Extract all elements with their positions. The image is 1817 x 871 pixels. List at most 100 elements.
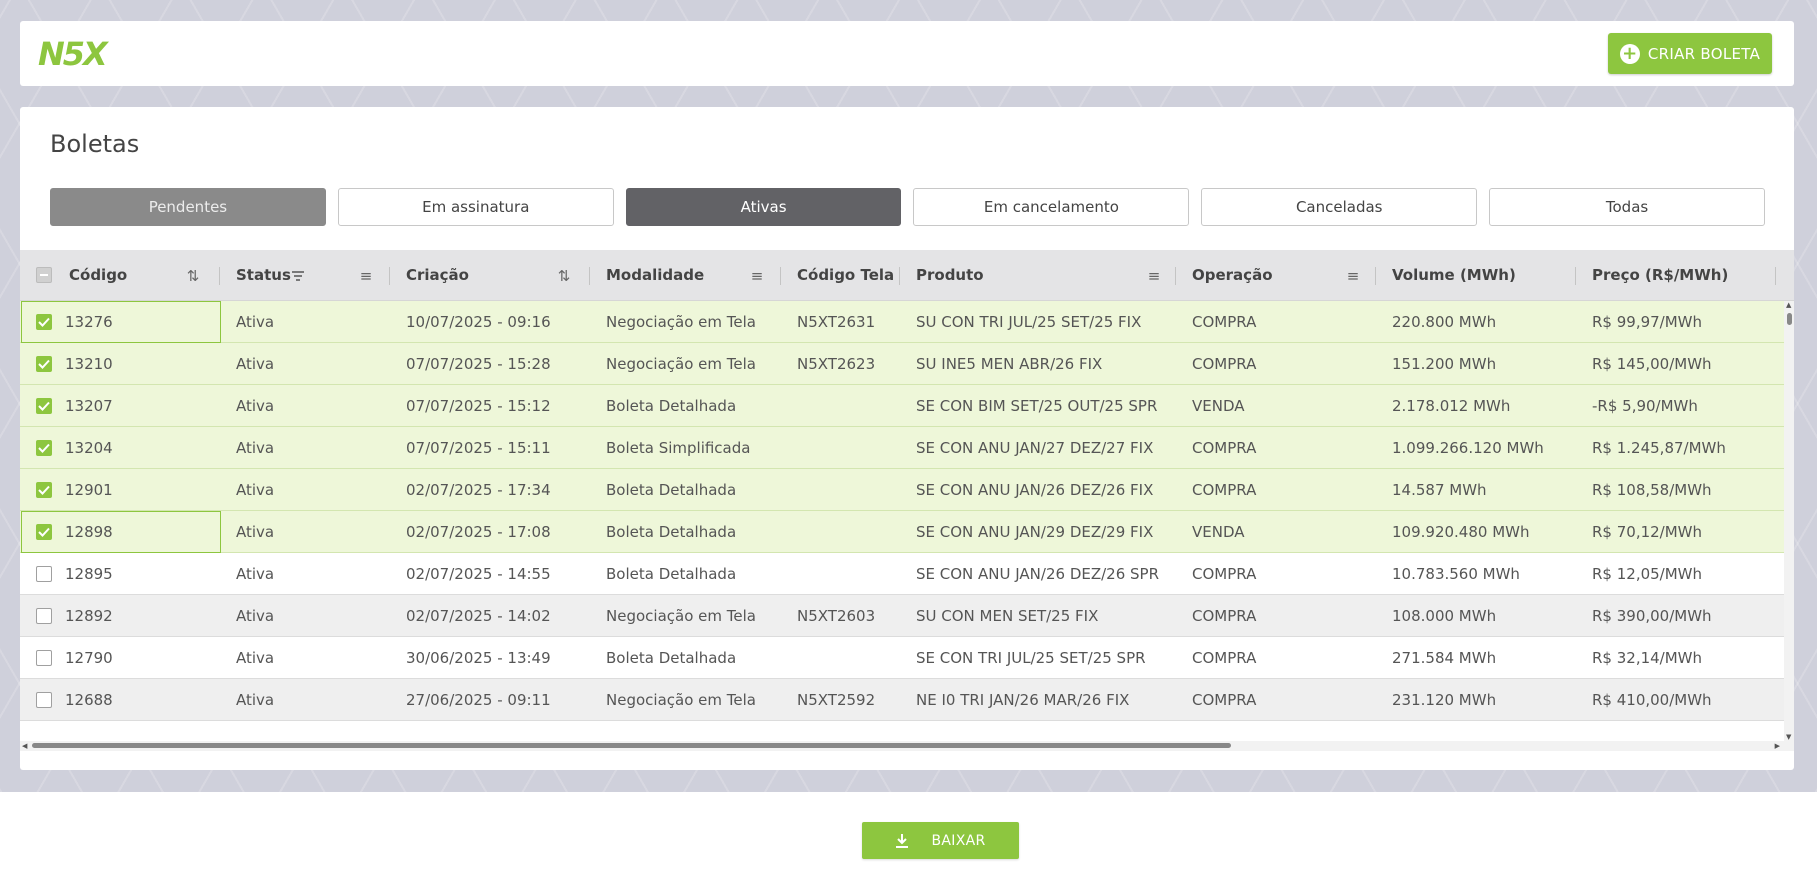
download-label: BAIXAR [931, 832, 986, 849]
cell-operacao: COMPRA [1192, 649, 1257, 667]
header-operacao[interactable]: Operação [1192, 250, 1273, 300]
cell-codigo-tela: N5XT2592 [797, 691, 876, 709]
tab-em-cancelamento[interactable]: Em cancelamento [913, 188, 1190, 226]
select-all-checkbox[interactable] [36, 267, 52, 283]
cell-preco: R$ 70,12/MWh [1592, 523, 1703, 541]
tab-ativas[interactable]: Ativas [625, 188, 902, 226]
menu-icon[interactable]: ≡ [746, 265, 768, 287]
cell-produto: SU CON TRI JUL/25 SET/25 FIX [916, 313, 1142, 331]
cell-operacao: VENDA [1192, 397, 1245, 415]
create-boleta-button[interactable]: + CRIAR BOLETA [1608, 33, 1772, 74]
cell-volume: 231.120 MWh [1392, 691, 1497, 709]
cell-modalidade: Boleta Detalhada [606, 481, 737, 499]
svg-text:N5X: N5X [38, 35, 109, 69]
header-codigo[interactable]: Código [69, 250, 127, 300]
menu-icon[interactable]: ≡ [1143, 265, 1165, 287]
header-codigo-tela[interactable]: Código Tela [797, 250, 894, 300]
cell-codigo: 12898 [65, 523, 113, 541]
cell-modalidade: Boleta Simplificada [606, 439, 751, 457]
cell-produto: NE I0 TRI JAN/26 MAR/26 FIX [916, 691, 1130, 709]
cell-status: Ativa [236, 397, 275, 415]
column-separator[interactable] [1375, 267, 1376, 285]
cell-preco: R$ 99,97/MWh [1592, 313, 1703, 331]
table-row[interactable]: 12901 Ativa 02/07/2025 - 17:34 Boleta De… [20, 469, 1784, 511]
table-header: Código ⇅ Status ≡ Criação ⇅ Modalidade ≡… [20, 250, 1794, 301]
cell-status: Ativa [236, 691, 275, 709]
cell-modalidade: Boleta Detalhada [606, 649, 737, 667]
table-row[interactable]: 13276 Ativa 10/07/2025 - 09:16 Negociaçã… [20, 301, 1784, 343]
column-separator[interactable] [589, 267, 590, 285]
column-separator[interactable] [1175, 267, 1176, 285]
table-row[interactable]: 13204 Ativa 07/07/2025 - 15:11 Boleta Si… [20, 427, 1784, 469]
column-separator[interactable] [1775, 267, 1776, 285]
column-separator[interactable] [1575, 267, 1576, 285]
sort-icon[interactable]: ⇅ [182, 265, 204, 287]
tab-todas[interactable]: Todas [1489, 188, 1765, 226]
cell-codigo: 13207 [65, 397, 113, 415]
header-preco[interactable]: Preço (R$/MWh) [1592, 250, 1728, 300]
table-row[interactable]: 13210 Ativa 07/07/2025 - 15:28 Negociaçã… [20, 343, 1784, 385]
cell-operacao: COMPRA [1192, 481, 1257, 499]
check-icon [38, 443, 50, 453]
table-row[interactable]: 12892 Ativa 02/07/2025 - 14:02 Negociaçã… [20, 595, 1784, 637]
cell-modalidade: Boleta Detalhada [606, 523, 737, 541]
row-checkbox[interactable] [36, 314, 52, 330]
row-checkbox[interactable] [36, 356, 52, 372]
cell-preco: R$ 108,58/MWh [1592, 481, 1712, 499]
n5x-logo: N5X [38, 35, 111, 69]
scroll-left-icon[interactable]: ◀ [22, 742, 27, 750]
row-checkbox[interactable] [36, 440, 52, 456]
table-row[interactable]: 12790 Ativa 30/06/2025 - 13:49 Boleta De… [20, 637, 1784, 679]
cell-status: Ativa [236, 523, 275, 541]
row-checkbox[interactable] [36, 482, 52, 498]
tab-canceladas[interactable]: Canceladas [1201, 188, 1478, 226]
column-separator[interactable] [780, 267, 781, 285]
table-row[interactable]: 13207 Ativa 07/07/2025 - 15:12 Boleta De… [20, 385, 1784, 427]
horizontal-scrollbar[interactable]: ◀ ▶ [20, 741, 1794, 751]
column-separator[interactable] [899, 267, 900, 285]
cell-preco: R$ 145,00/MWh [1592, 355, 1712, 373]
cell-codigo: 12895 [65, 565, 113, 583]
row-checkbox[interactable] [36, 398, 52, 414]
cell-produto: SE CON ANU JAN/26 DEZ/26 SPR [916, 565, 1160, 583]
vertical-scroll-thumb[interactable] [1787, 313, 1792, 325]
row-checkbox[interactable] [36, 650, 52, 666]
header-criacao[interactable]: Criação [406, 250, 469, 300]
cell-codigo-tela: N5XT2623 [797, 355, 876, 373]
cell-volume: 151.200 MWh [1392, 355, 1497, 373]
row-checkbox[interactable] [36, 692, 52, 708]
filter-icon[interactable] [287, 265, 309, 287]
row-checkbox[interactable] [36, 608, 52, 624]
cell-criacao: 27/06/2025 - 09:11 [406, 691, 551, 709]
row-checkbox[interactable] [36, 566, 52, 582]
column-separator[interactable] [219, 267, 220, 285]
horizontal-scroll-thumb[interactable] [32, 743, 1231, 748]
cell-produto: SE CON BIM SET/25 OUT/25 SPR [916, 397, 1158, 415]
scroll-right-icon[interactable]: ▶ [1775, 742, 1780, 750]
column-separator[interactable] [389, 267, 390, 285]
menu-icon[interactable]: ≡ [355, 265, 377, 287]
check-icon [38, 359, 50, 369]
cell-preco: R$ 32,14/MWh [1592, 649, 1703, 667]
menu-icon[interactable]: ≡ [1342, 265, 1364, 287]
table-row[interactable]: 12895 Ativa 02/07/2025 - 14:55 Boleta De… [20, 553, 1784, 595]
header-produto[interactable]: Produto [916, 250, 984, 300]
header-status[interactable]: Status [236, 250, 291, 300]
header-volume[interactable]: Volume (MWh) [1392, 250, 1516, 300]
sort-icon[interactable]: ⇅ [553, 265, 575, 287]
cell-volume: 2.178.012 MWh [1392, 397, 1511, 415]
tab-pendentes[interactable]: Pendentes [50, 188, 326, 226]
vertical-scrollbar[interactable]: ▲ ▼ [1784, 301, 1794, 741]
scroll-up-icon[interactable]: ▲ [1786, 301, 1791, 309]
download-button[interactable]: BAIXAR [862, 822, 1019, 859]
cell-volume: 14.587 MWh [1392, 481, 1487, 499]
table-row[interactable]: 12688 Ativa 27/06/2025 - 09:11 Negociaçã… [20, 679, 1784, 721]
cell-produto: SE CON TRI JUL/25 SET/25 SPR [916, 649, 1146, 667]
header-modalidade[interactable]: Modalidade [606, 250, 704, 300]
row-checkbox[interactable] [36, 524, 52, 540]
scroll-down-icon[interactable]: ▼ [1786, 733, 1791, 741]
tab-em-assinatura[interactable]: Em assinatura [337, 188, 614, 226]
cell-codigo: 13204 [65, 439, 113, 457]
cell-modalidade: Boleta Detalhada [606, 397, 737, 415]
table-row[interactable]: 12898 Ativa 02/07/2025 - 17:08 Boleta De… [20, 511, 1784, 553]
